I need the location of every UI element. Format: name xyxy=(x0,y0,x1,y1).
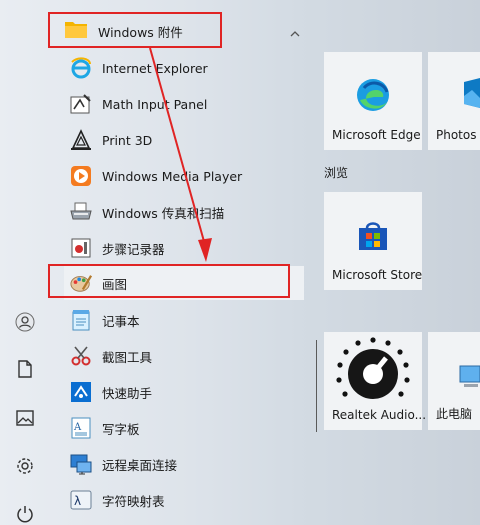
chevron-up-icon[interactable] xyxy=(290,26,300,41)
realtek-audio-icon xyxy=(334,334,412,412)
wordpad-icon: A xyxy=(70,417,92,439)
item-label: 记事本 xyxy=(102,313,140,329)
computer-icon xyxy=(458,362,480,394)
photos-icon xyxy=(458,76,480,114)
group-label: Windows 附件 xyxy=(98,24,183,40)
tile-label: Microsoft Store xyxy=(332,268,423,282)
item-label: 远程桌面连接 xyxy=(102,457,178,473)
tile-label: Microsoft Edge xyxy=(332,128,421,142)
item-label: 快速助手 xyxy=(102,385,153,401)
list-item-notepad[interactable]: 记事本 xyxy=(64,303,304,337)
list-item-quick-assist[interactable]: 快速助手 xyxy=(64,375,304,409)
edge-icon xyxy=(354,76,392,114)
list-item-steps-recorder[interactable]: 步骤记录器 xyxy=(64,231,304,265)
pictures-icon[interactable] xyxy=(14,407,36,429)
svg-text:A: A xyxy=(73,422,82,433)
tile-microsoft-store[interactable]: Microsoft Store xyxy=(324,192,422,290)
settings-gear-icon[interactable] xyxy=(14,455,36,477)
math-input-panel-icon xyxy=(70,93,92,115)
app-list: Windows 附件 Internet Explorer Math Input … xyxy=(50,0,306,525)
character-map-icon: λ xyxy=(70,489,92,511)
paint-palette-icon xyxy=(70,272,92,294)
tile-label: 此电脑 xyxy=(436,407,473,421)
tile-photos[interactable]: Photos xyxy=(428,52,480,150)
tile-label: Realtek Audio... xyxy=(332,408,427,422)
media-player-icon xyxy=(70,165,92,187)
list-item-math-input-panel[interactable]: Math Input Panel xyxy=(64,87,304,121)
list-item-snipping-tool[interactable]: 截图工具 xyxy=(64,339,304,373)
item-label: Math Input Panel xyxy=(102,96,208,112)
remote-desktop-icon xyxy=(70,453,92,475)
tile-microsoft-edge[interactable]: Microsoft Edge xyxy=(324,52,422,150)
quick-assist-icon xyxy=(70,381,92,403)
tile-label: Photos xyxy=(436,128,477,142)
tile-divider xyxy=(316,340,317,432)
tile-this-pc[interactable]: 此电脑 xyxy=(428,332,480,430)
list-item-fax-and-scan[interactable]: Windows 传真和扫描 xyxy=(64,195,304,229)
steps-recorder-icon xyxy=(70,237,92,259)
item-label: Windows Media Player xyxy=(102,168,243,184)
list-item-wordpad[interactable]: A 写字板 xyxy=(64,411,304,445)
store-icon xyxy=(356,220,390,254)
list-item-print-3d[interactable]: Print 3D xyxy=(64,123,304,157)
list-item-paint[interactable]: 画图 xyxy=(64,266,304,300)
snipping-tool-icon xyxy=(70,345,92,367)
user-icon[interactable] xyxy=(14,311,36,333)
item-label: 截图工具 xyxy=(102,349,153,365)
folder-icon xyxy=(64,19,88,43)
left-rail xyxy=(0,0,50,525)
section-label-browse: 浏览 xyxy=(324,166,349,180)
item-label: Internet Explorer xyxy=(102,60,208,76)
tile-realtek-audio[interactable]: Realtek Audio... xyxy=(324,332,426,430)
svg-text:λ: λ xyxy=(74,494,81,508)
power-icon[interactable] xyxy=(14,503,36,525)
item-label: 步骤记录器 xyxy=(102,241,165,257)
item-label: 写字板 xyxy=(102,421,140,437)
document-icon[interactable] xyxy=(14,358,36,380)
list-item-windows-media-player[interactable]: Windows Media Player xyxy=(64,159,304,193)
group-windows-accessories[interactable]: Windows 附件 xyxy=(50,14,306,48)
print-3d-icon xyxy=(70,129,92,151)
internet-explorer-icon xyxy=(70,57,92,79)
notepad-icon xyxy=(70,309,92,331)
fax-scan-icon xyxy=(70,201,92,223)
item-label: Print 3D xyxy=(102,132,153,148)
item-label: Windows 传真和扫描 xyxy=(102,205,225,221)
list-item-internet-explorer[interactable]: Internet Explorer xyxy=(64,51,304,85)
item-label: 画图 xyxy=(102,276,128,292)
list-item-remote-desktop[interactable]: 远程桌面连接 xyxy=(64,447,304,481)
list-item-character-map[interactable]: λ 字符映射表 xyxy=(64,483,304,517)
item-label: 字符映射表 xyxy=(102,493,165,509)
